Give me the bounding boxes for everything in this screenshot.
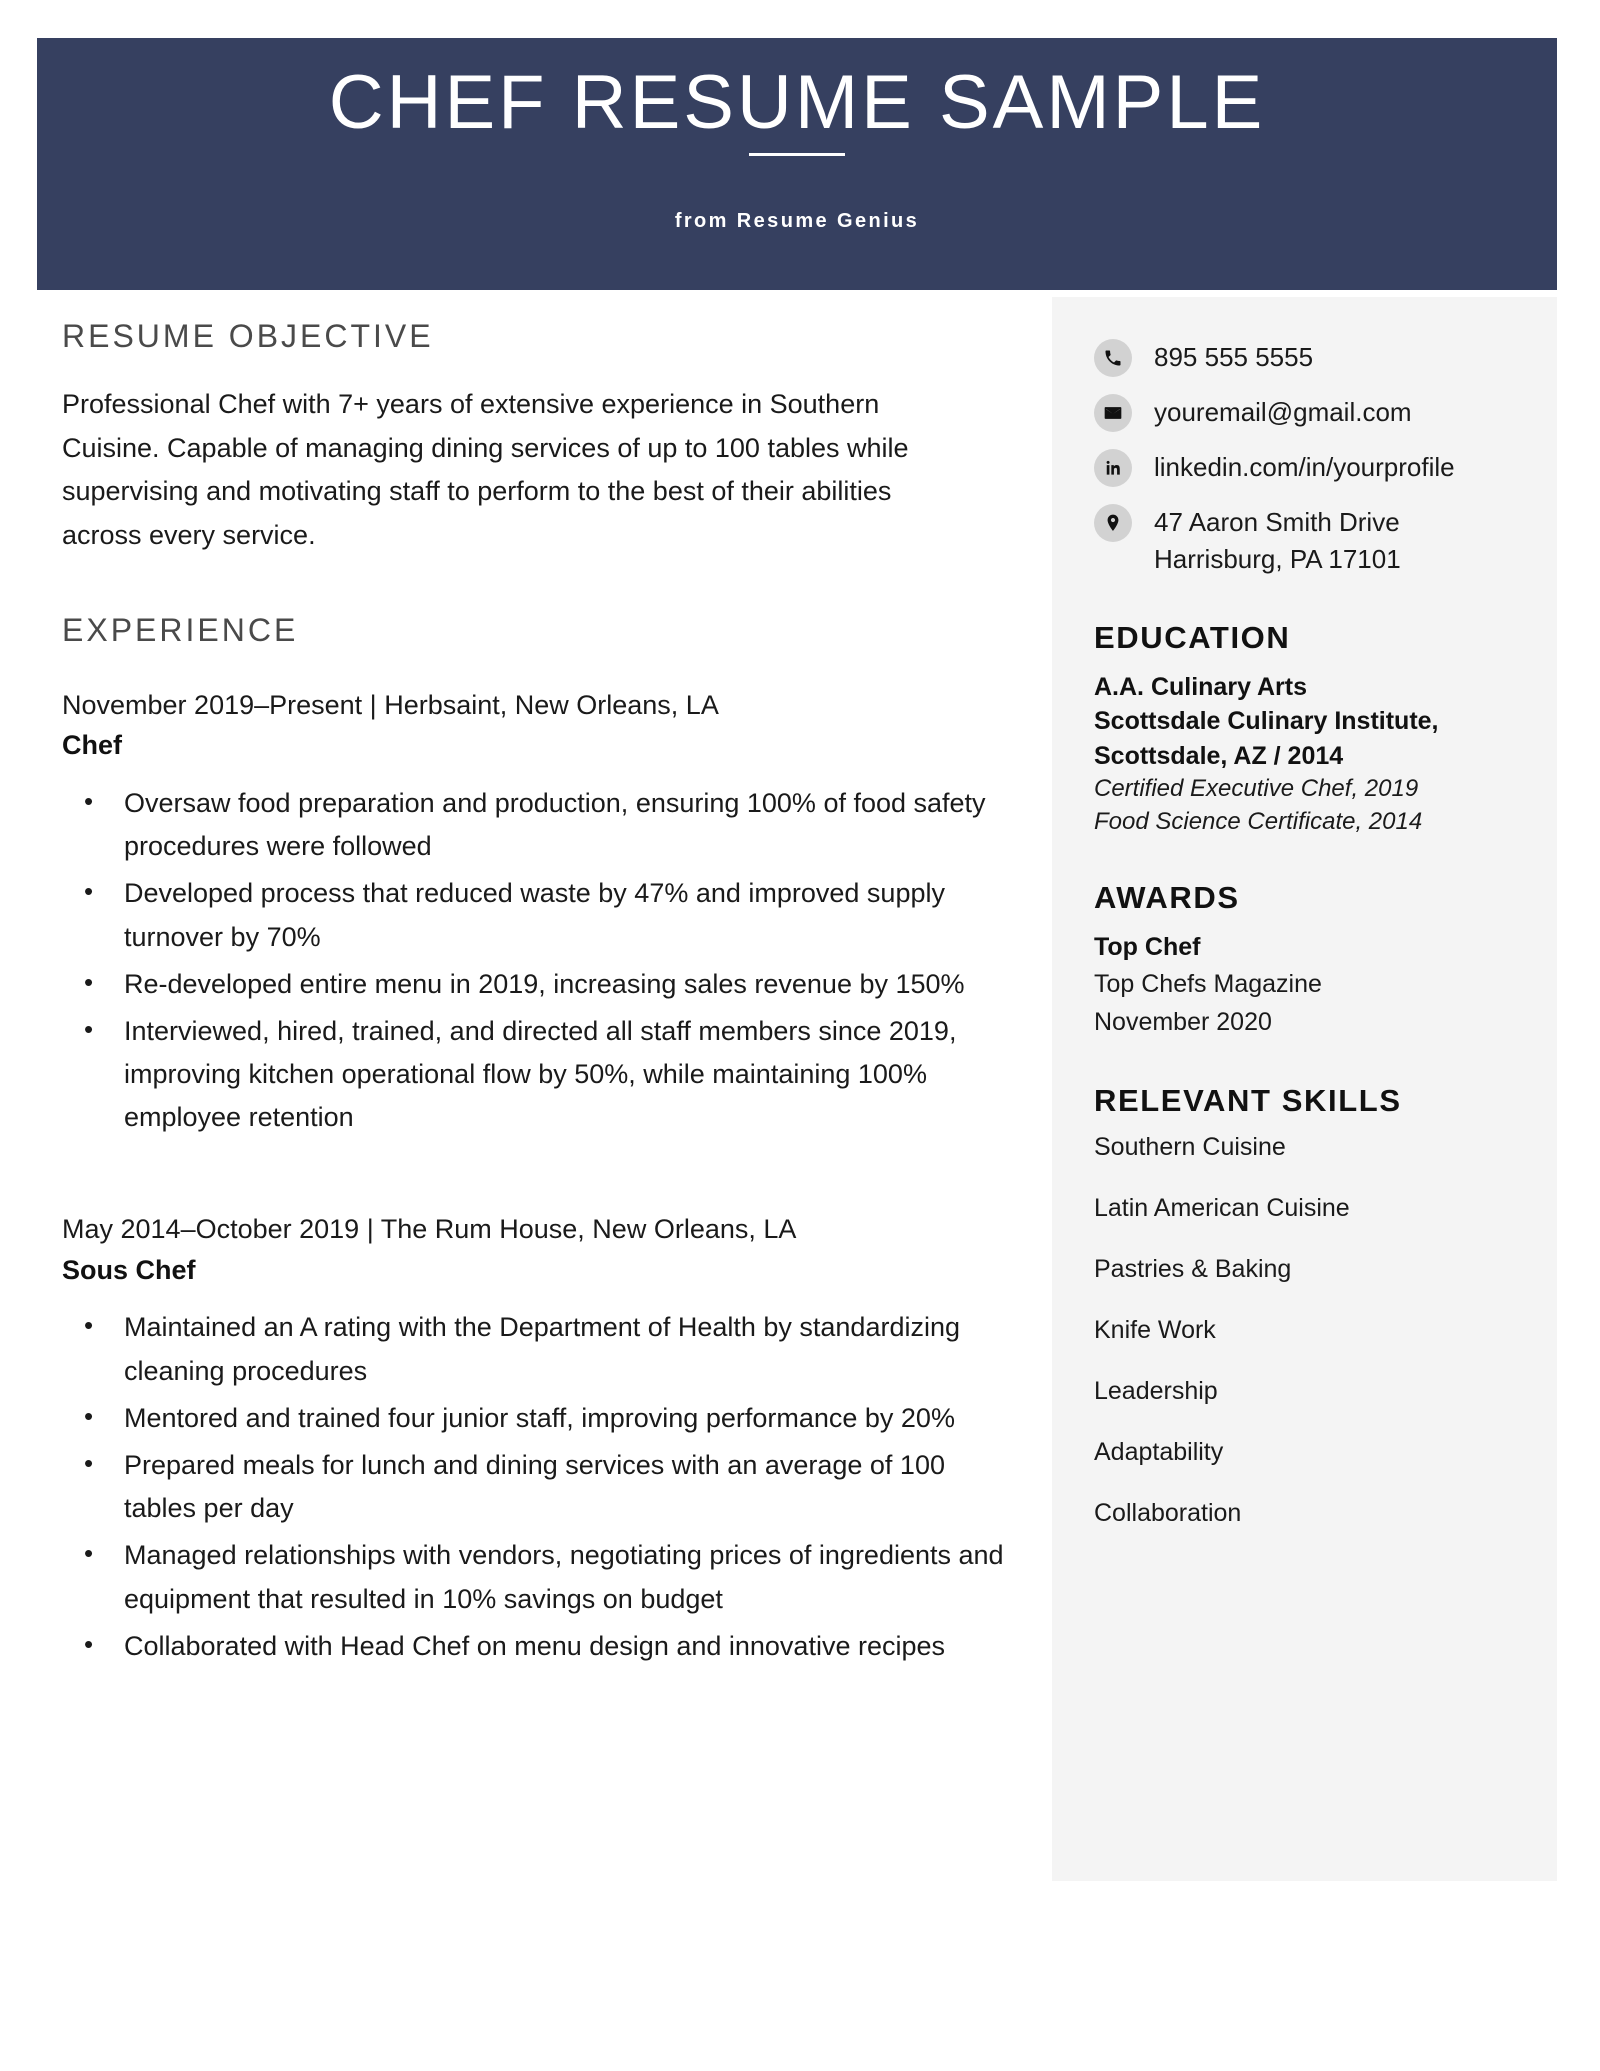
contact-value: 895 555 5555 [1154,337,1313,376]
experience-job: November 2019–Present | Herbsaint, New O… [62,685,1012,1140]
resume-header-banner: CHEF RESUME SAMPLE from Resume Genius [37,38,1557,290]
award-date: November 2020 [1094,1007,1272,1036]
list-item: Prepared meals for lunch and dining serv… [84,1443,1012,1530]
contact-value: linkedin.com/in/yourprofile [1154,447,1455,486]
contact-value-line1: youremail@gmail.com [1154,397,1412,427]
award-name: Top Chef [1094,933,1201,962]
location-pin-icon [1094,504,1132,542]
job-bullet-list: Maintained an A rating with the Departme… [62,1305,1012,1668]
list-item: Oversaw food preparation and production,… [84,781,1012,868]
list-item: Southern Cuisine [1094,1133,1286,1162]
experience-section: EXPERIENCE November 2019–Present | Herbs… [62,612,1012,1668]
page-title: CHEF RESUME SAMPLE [328,60,1266,145]
contact-value: 47 Aaron Smith Drive Harrisburg, PA 1710… [1154,502,1401,578]
contact-value: youremail@gmail.com [1154,392,1412,431]
list-item: Mentored and trained four junior staff, … [84,1396,1012,1440]
contact-value-line2: Harrisburg, PA 17101 [1154,543,1401,574]
objective-text: Professional Chef with 7+ years of exten… [62,389,909,551]
contact-list: 895 555 5555 youremail@gmail.com linkedi… [1094,337,1527,578]
education-section: EDUCATION A.A. Culinary Arts Scottsdale … [1094,620,1527,838]
phone-icon [1094,339,1132,377]
list-item: Latin American Cuisine [1094,1194,1350,1223]
list-item: Managed relationships with vendors, nego… [84,1533,1012,1620]
contact-value-line1: 895 555 5555 [1154,342,1314,372]
skills-list: Southern Cuisine Latin American Cuisine … [1094,1133,1527,1528]
awards-heading: AWARDS [1094,880,1240,916]
contact-value-line1: 47 Aaron Smith Drive [1154,507,1400,537]
contact-item-phone[interactable]: 895 555 5555 [1094,337,1527,377]
list-item: Maintained an A rating with the Departme… [84,1305,1012,1392]
list-item: Knife Work [1094,1316,1216,1345]
contact-item-linkedin[interactable]: linkedin.com/in/yourprofile [1094,447,1527,487]
list-item: Re-developed entire menu in 2019, increa… [84,962,1012,1006]
education-degree: A.A. Culinary Arts [1094,672,1308,701]
list-item: Collaboration [1094,1499,1242,1528]
objective-heading: RESUME OBJECTIVE [62,318,434,354]
header-subtitle: from Resume Genius [674,210,920,233]
objective-section: RESUME OBJECTIVE Professional Chef with … [62,318,1012,558]
job-title: Sous Chef [62,1254,196,1285]
list-item: Collaborated with Head Chef on menu desi… [84,1624,1012,1668]
education-school-location-year: Scottsdale, AZ / 2014 [1094,741,1344,770]
sidebar: 895 555 5555 youremail@gmail.com linkedi… [1052,297,1557,1881]
job-bullet-list: Oversaw food preparation and production,… [62,781,1012,1140]
list-item: Leadership [1094,1377,1218,1406]
education-heading: EDUCATION [1094,619,1291,655]
skills-heading: RELEVANT SKILLS [1094,1083,1402,1119]
awards-section: AWARDS Top Chef Top Chefs Magazine Novem… [1094,880,1527,1041]
main-content: RESUME OBJECTIVE Professional Chef with … [62,318,1012,1672]
experience-job: May 2014–October 2019 | The Rum House, N… [62,1209,1012,1668]
list-item: Adaptability [1094,1438,1224,1467]
education-certification: Food Science Certificate, 2014 [1094,807,1423,835]
contact-item-address[interactable]: 47 Aaron Smith Drive Harrisburg, PA 1710… [1094,502,1527,578]
email-icon [1094,394,1132,432]
contact-value-line1: linkedin.com/in/yourprofile [1154,452,1455,482]
list-item: Developed process that reduced waste by … [84,871,1012,958]
education-school: Scottsdale Culinary Institute, [1094,707,1439,736]
skills-section: RELEVANT SKILLS Southern Cuisine Latin A… [1094,1083,1527,1528]
linkedin-icon [1094,449,1132,487]
education-certification: Certified Executive Chef, 2019 [1094,775,1419,803]
list-item: Pastries & Baking [1094,1255,1292,1284]
experience-heading: EXPERIENCE [62,611,299,648]
award-issuer: Top Chefs Magazine [1094,969,1322,998]
job-title: Chef [62,730,122,761]
job-meta: November 2019–Present | Herbsaint, New O… [62,689,719,720]
job-meta: May 2014–October 2019 | The Rum House, N… [62,1214,797,1245]
list-item: Interviewed, hired, trained, and directe… [84,1009,1012,1140]
contact-item-email[interactable]: youremail@gmail.com [1094,392,1527,432]
